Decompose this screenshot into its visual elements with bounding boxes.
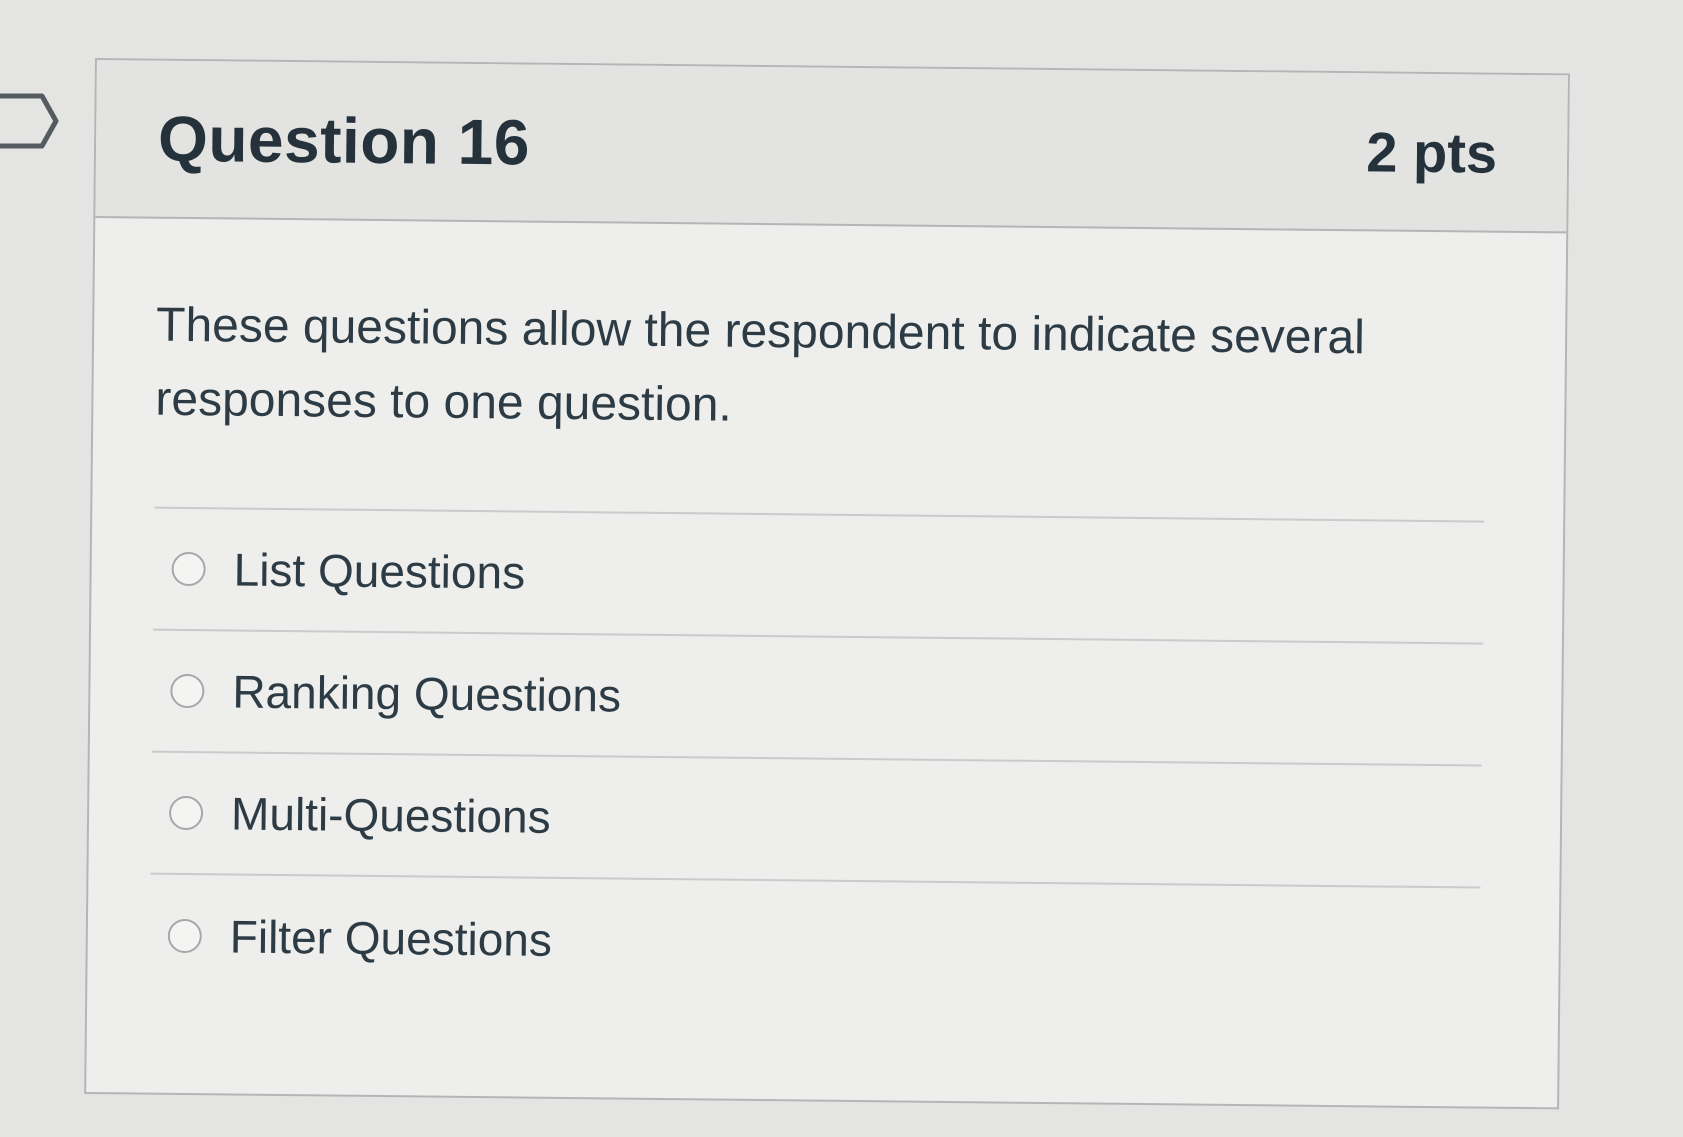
- flag-question-icon[interactable]: [0, 92, 60, 150]
- question-points: 2 pts: [1366, 119, 1498, 185]
- answer-label[interactable]: Ranking Questions: [232, 664, 621, 722]
- question-title: Question 16: [157, 102, 531, 179]
- radio-unchecked-icon[interactable]: [171, 551, 206, 587]
- answer-option-ranking-questions[interactable]: Ranking Questions: [151, 630, 1483, 767]
- answer-option-filter-questions[interactable]: Filter Questions: [149, 875, 1480, 1011]
- question-text: These questions allow the respondent to …: [155, 298, 1366, 432]
- radio-unchecked-icon[interactable]: [167, 918, 202, 954]
- answer-list: List Questions Ranking Questions Multi-Q…: [149, 506, 1485, 1011]
- answer-label[interactable]: List Questions: [233, 542, 525, 599]
- answer-label[interactable]: Multi-Questions: [231, 786, 551, 843]
- answer-label[interactable]: Filter Questions: [230, 909, 553, 966]
- question-body: These questions allow the respondent to …: [87, 218, 1566, 1011]
- answer-option-multi-questions[interactable]: Multi-Questions: [150, 752, 1482, 889]
- question-card: Question 16 2 pts These questions allow …: [84, 58, 1570, 1110]
- question-header: Question 16 2 pts: [95, 60, 1568, 234]
- answer-option-list-questions[interactable]: List Questions: [153, 508, 1485, 645]
- radio-unchecked-icon[interactable]: [168, 795, 204, 831]
- radio-unchecked-icon[interactable]: [170, 673, 205, 709]
